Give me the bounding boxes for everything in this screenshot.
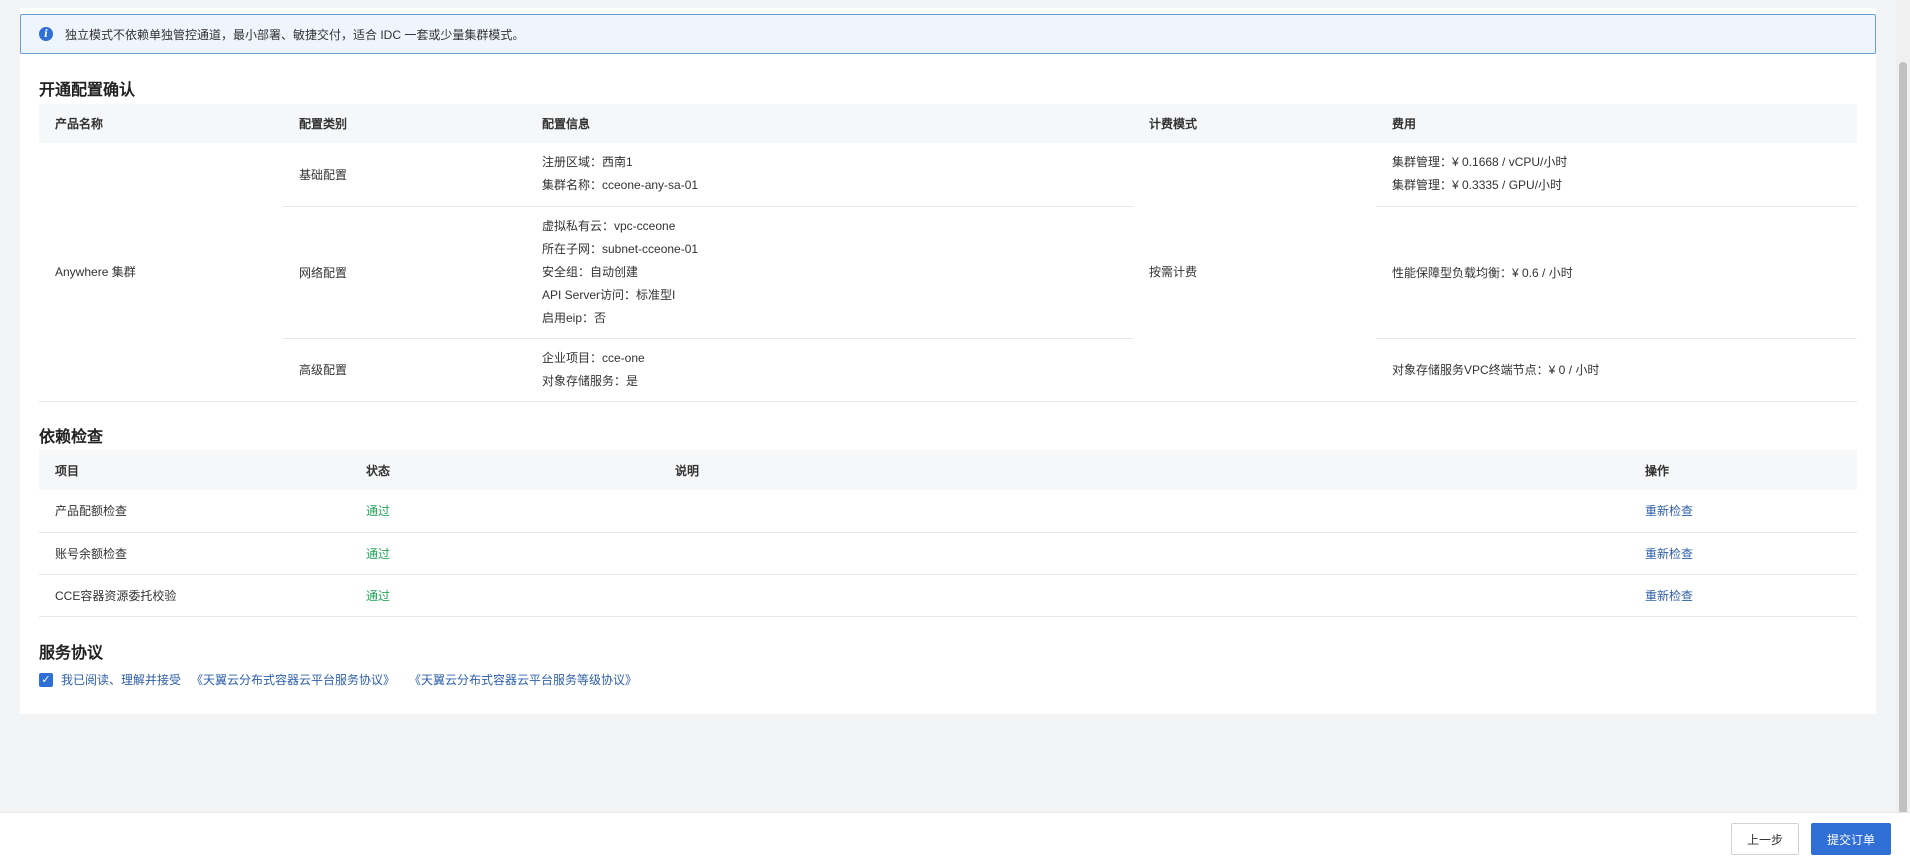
vertical-scrollbar[interactable] — [1896, 0, 1910, 814]
fee-line: 集群管理：¥ 0.3335 / GPU/小时 — [1392, 178, 1563, 193]
col-config-info: 配置信息 — [526, 104, 1133, 143]
agreement-checkbox[interactable]: ✓ — [39, 672, 53, 687]
previous-step-button[interactable]: 上一步 — [1731, 823, 1799, 855]
info-alert: i 独立模式不依赖单独管控通道，最小部署、敏捷交付，适合 IDC 一套或少量集群… — [20, 14, 1876, 54]
col-billing-mode: 计费模式 — [1133, 104, 1376, 143]
recheck-link[interactable]: 重新检查 — [1645, 547, 1693, 561]
description-cell — [659, 490, 1629, 533]
info-line: 所在子网：subnet-cceone-01 — [542, 241, 699, 256]
status-pass: 通过 — [350, 490, 659, 533]
info-cell: 虚拟私有云：vpc-cceone 所在子网：subnet-cceone-01 安… — [526, 206, 1133, 339]
fee-cell: 性能保障型负载均衡：¥ 0.6 / 小时 — [1376, 206, 1857, 339]
col-product-name: 产品名称 — [39, 104, 283, 143]
service-agreement-link[interactable]: 《天翼云分布式容器云平台服务协议》 — [191, 671, 395, 688]
category-cell: 网络配置 — [283, 206, 526, 339]
recheck-link[interactable]: 重新检查 — [1645, 504, 1693, 518]
table-row: 账号余额检查 通过 重新检查 — [39, 532, 1857, 575]
description-cell — [659, 574, 1629, 617]
col-description: 说明 — [659, 450, 1629, 490]
info-line: 注册区域：西南1 — [542, 155, 633, 170]
table-row: CCE容器资源委托校验 通过 重新检查 — [39, 574, 1857, 617]
status-pass: 通过 — [350, 574, 659, 617]
dependency-table-header: 项目 状态 说明 操作 — [39, 450, 1857, 490]
item-cell: 产品配额检查 — [39, 490, 350, 533]
dependency-table: 项目 状态 说明 操作 产品配额检查 通过 重新检查 账号余额检查 通过 重新检… — [39, 450, 1857, 617]
col-item: 项目 — [39, 450, 350, 490]
col-action: 操作 — [1629, 450, 1857, 490]
info-line: 对象存储服务：是 — [542, 373, 639, 388]
page: i 独立模式不依赖单独管控通道，最小部署、敏捷交付，适合 IDC 一套或少量集群… — [0, 0, 1910, 865]
info-line: 集群名称：cceone-any-sa-01 — [542, 178, 699, 193]
item-cell: CCE容器资源委托校验 — [39, 574, 350, 617]
agreement-label[interactable]: 我已阅读、理解并接受 — [61, 671, 181, 688]
info-icon: i — [39, 27, 53, 41]
agreement-section-title: 服务协议 — [39, 645, 104, 662]
info-cell: 企业项目：cce-one 对象存储服务：是 — [526, 338, 1133, 402]
scrollbar-thumb[interactable] — [1899, 62, 1907, 814]
info-line: 虚拟私有云：vpc-cceone — [542, 218, 676, 233]
alert-text: 独立模式不依赖单独管控通道，最小部署、敏捷交付，适合 IDC 一套或少量集群模式… — [65, 27, 525, 42]
description-cell — [659, 532, 1629, 575]
fee-cell: 集群管理：¥ 0.1668 / vCPU/小时 集群管理：¥ 0.3335 / … — [1376, 143, 1857, 207]
config-section-title: 开通配置确认 — [39, 82, 136, 99]
dependency-section-title: 依赖检查 — [39, 429, 104, 446]
fee-line: 集群管理：¥ 0.1668 / vCPU/小时 — [1392, 155, 1568, 170]
recheck-link[interactable]: 重新检查 — [1645, 589, 1693, 603]
info-line: 企业项目：cce-one — [542, 350, 645, 365]
col-status: 状态 — [350, 450, 659, 490]
info-line: 启用eip：否 — [542, 310, 607, 325]
info-cell: 注册区域：西南1 集群名称：cceone-any-sa-01 — [526, 143, 1133, 207]
info-line: 安全组：自动创建 — [542, 264, 639, 279]
billing-mode-cell: 按需计费 — [1133, 143, 1376, 402]
product-name-cell: Anywhere 集群 — [39, 143, 283, 402]
submit-order-button[interactable]: 提交订单 — [1811, 823, 1891, 855]
fee-cell: 对象存储服务VPC终端节点：¥ 0 / 小时 — [1376, 338, 1857, 402]
config-table: 产品名称 配置类别 配置信息 计费模式 费用 Anywhere 集群 基础配置 … — [39, 104, 1857, 402]
config-table-header: 产品名称 配置类别 配置信息 计费模式 费用 — [39, 104, 1857, 143]
agreement-row: ✓ 我已阅读、理解并接受 《天翼云分布式容器云平台服务协议》 《天翼云分布式容器… — [39, 671, 651, 688]
col-config-category: 配置类别 — [283, 104, 526, 143]
config-row-basic: Anywhere 集群 基础配置 注册区域：西南1 集群名称：cceone-an… — [39, 143, 1857, 402]
category-cell: 基础配置 — [283, 143, 526, 207]
item-cell: 账号余额检查 — [39, 532, 350, 575]
info-line: API Server访问：标准型I — [542, 287, 676, 302]
sla-agreement-link[interactable]: 《天翼云分布式容器云平台服务等级协议》 — [409, 671, 637, 688]
config-row-network: 网络配置 虚拟私有云：vpc-cceone 所在子网：subnet-cceone… — [39, 206, 1857, 339]
table-row: 产品配额检查 通过 重新检查 — [39, 490, 1857, 533]
config-row-advanced: 高级配置 企业项目：cce-one 对象存储服务：是 对象存储服务VPC终端节点… — [39, 338, 1857, 402]
status-pass: 通过 — [350, 532, 659, 575]
col-fee: 费用 — [1376, 104, 1857, 143]
footer-bar: 上一步 提交订单 — [0, 812, 1910, 865]
category-cell: 高级配置 — [283, 338, 526, 402]
